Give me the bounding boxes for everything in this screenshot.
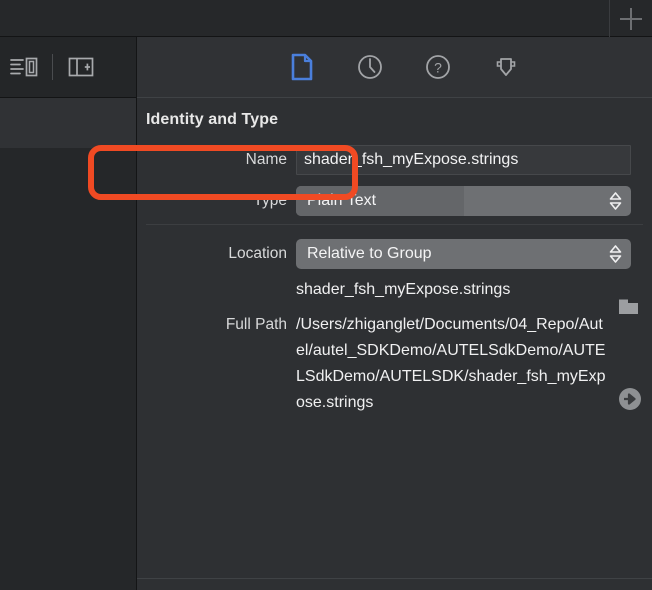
history-clock-icon — [357, 55, 382, 79]
row-type: Type Plain Text — [137, 178, 652, 224]
row-location: Location Relative to Group — [137, 234, 652, 274]
pane-divider[interactable] — [136, 37, 137, 590]
add-button[interactable] — [610, 0, 652, 37]
plus-icon — [620, 7, 642, 30]
show-navigator-button[interactable] — [0, 44, 48, 90]
form-divider-1 — [146, 224, 643, 225]
identity-and-type-form: Name shader_fsh_myExpose.strings Type Pl… — [137, 142, 652, 416]
toolbar-separator — [52, 54, 53, 80]
location-popup-button[interactable]: Relative to Group — [296, 239, 631, 269]
row-name: Name shader_fsh_myExpose.strings — [137, 142, 652, 178]
left-pane — [0, 37, 136, 590]
svg-text:?: ? — [434, 60, 442, 76]
tab-file-inspector[interactable] — [285, 50, 319, 84]
add-editor-icon — [68, 57, 94, 77]
add-editor-button[interactable] — [57, 44, 105, 90]
file-inspector-panel: ? Identity and Type Name shader_fsh_myEx… — [137, 37, 652, 590]
row-relative-filename: shader_fsh_myExpose.strings — [137, 274, 652, 314]
relative-filename-value: shader_fsh_myExpose.strings — [296, 281, 511, 298]
left-toolbar — [0, 37, 136, 98]
name-input[interactable]: shader_fsh_myExpose.strings — [296, 145, 631, 175]
left-content-area — [0, 148, 136, 590]
tab-history-inspector[interactable] — [353, 50, 387, 84]
window-titlebar — [0, 0, 652, 37]
location-value: Relative to Group — [307, 245, 432, 262]
chevron-updown-icon — [609, 239, 622, 269]
section-title: Identity and Type — [146, 111, 279, 128]
full-path-value: /Users/zhiganglet/Documents/04_Repo/Aute… — [296, 316, 606, 411]
tab-quick-help-inspector[interactable]: ? — [421, 50, 455, 84]
chevron-updown-icon — [609, 186, 622, 216]
full-path-label: Full Path — [225, 316, 287, 333]
row-full-path: Full Path /Users/zhiganglet/Documents/04… — [137, 303, 652, 416]
reveal-in-finder-button[interactable] — [618, 387, 642, 411]
inspector-tab-bar: ? — [137, 37, 652, 98]
insert-arrow-icon — [496, 58, 515, 76]
type-popup-button[interactable]: Plain Text — [296, 186, 631, 216]
tab-library[interactable] — [489, 50, 523, 84]
type-label: Type — [253, 192, 287, 209]
file-inspector-icon — [291, 53, 312, 81]
location-label: Location — [228, 245, 287, 262]
arrow-right-circle-icon — [619, 388, 641, 410]
quick-help-icon: ? — [425, 55, 450, 79]
navigator-list-icon — [10, 57, 38, 77]
left-selected-row[interactable] — [0, 98, 136, 148]
form-divider-bottom — [137, 578, 652, 579]
name-label: Name — [245, 151, 287, 168]
xcode-window: ? Identity and Type Name shader_fsh_myEx… — [0, 0, 652, 590]
type-value: Plain Text — [307, 192, 377, 209]
